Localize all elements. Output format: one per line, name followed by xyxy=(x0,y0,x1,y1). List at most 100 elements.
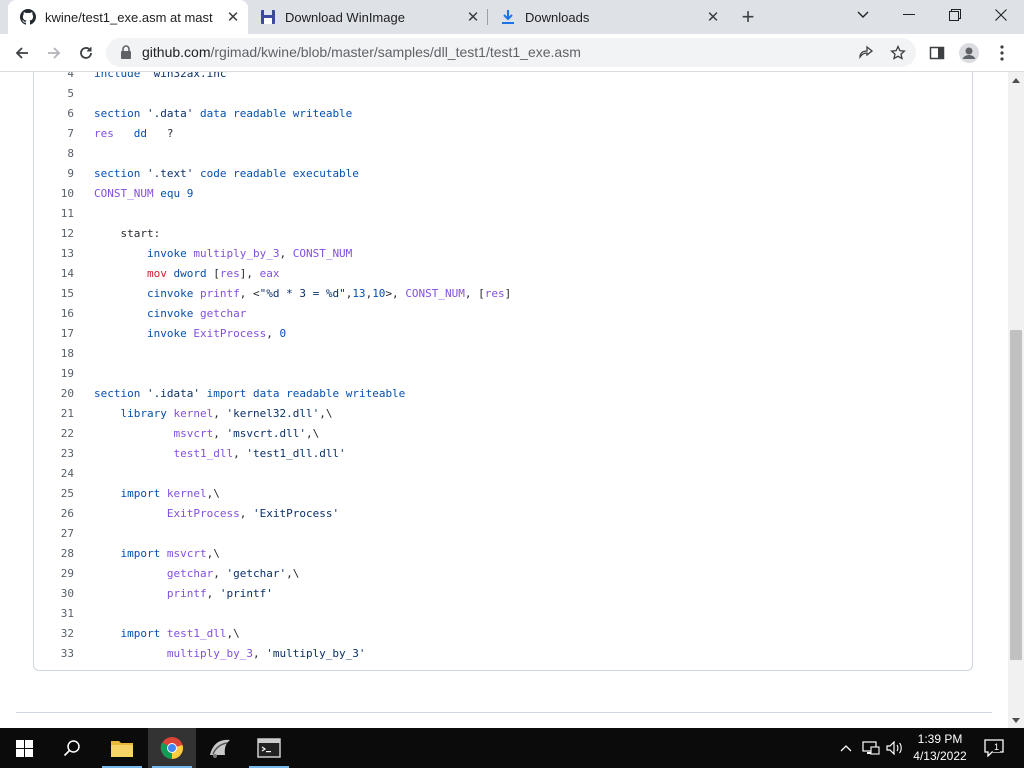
line-number[interactable]: 33 xyxy=(34,644,74,664)
tab-github[interactable]: kwine/test1_exe.asm at master · r ✕ xyxy=(8,0,248,34)
url-path: /rgimad/kwine/blob/master/samples/dll_te… xyxy=(210,44,581,60)
show-hidden-icons-chevron-icon[interactable] xyxy=(836,728,856,768)
line-number[interactable]: 12 xyxy=(34,224,74,244)
tab-search-chevron-icon[interactable] xyxy=(840,0,886,30)
code-text: CONST_NUM equ 9 xyxy=(94,187,194,200)
close-window-icon[interactable] xyxy=(978,0,1024,30)
code-line: 13 invoke multiply_by_3, CONST_NUM xyxy=(34,244,972,264)
code-line: 32 import test1_dll,\ xyxy=(34,624,972,644)
code-line: 7 res dd ? xyxy=(34,124,972,144)
notification-center-icon[interactable]: 1 xyxy=(982,728,1006,768)
line-number[interactable]: 9 xyxy=(34,164,74,184)
app-icon[interactable] xyxy=(196,728,244,768)
code-line: 24 xyxy=(34,464,972,484)
close-tab-icon[interactable]: ✕ xyxy=(704,8,722,26)
code-text: mov dword [res], eax xyxy=(146,267,280,280)
code-text: ExitProcess, 'ExitProcess' xyxy=(166,507,340,520)
address-bar[interactable]: github.com/rgimad/kwine/blob/master/samp… xyxy=(106,38,916,67)
network-icon[interactable] xyxy=(860,728,882,768)
start-windows-icon[interactable] xyxy=(0,728,48,768)
clock-time: 1:39 PM xyxy=(917,732,963,746)
side-panel-icon[interactable] xyxy=(924,40,950,66)
line-number[interactable]: 10 xyxy=(34,184,74,204)
forward-icon[interactable] xyxy=(41,40,67,66)
line-number[interactable]: 11 xyxy=(34,204,74,224)
clock-date: 4/13/2022 xyxy=(913,749,967,763)
restore-icon[interactable] xyxy=(932,0,978,30)
code-line: 33 multiply_by_3, 'multiply_by_3' xyxy=(34,644,972,664)
line-number[interactable]: 31 xyxy=(34,604,74,624)
reload-icon[interactable] xyxy=(73,40,99,66)
minimize-icon[interactable] xyxy=(886,0,932,30)
line-number[interactable]: 4 xyxy=(34,72,74,84)
chrome-icon[interactable] xyxy=(148,728,196,768)
line-number[interactable]: 15 xyxy=(34,284,74,304)
code-text: res dd ? xyxy=(94,127,174,140)
line-number[interactable]: 25 xyxy=(34,484,74,504)
floppy-disk-icon xyxy=(260,9,276,25)
line-number[interactable]: 27 xyxy=(34,524,74,544)
tab-strip: kwine/test1_exe.asm at master · r ✕ Down… xyxy=(0,0,1024,34)
line-number[interactable]: 14 xyxy=(34,264,74,284)
new-tab-icon[interactable]: + xyxy=(736,4,760,29)
code-line: 16 cinvoke getchar xyxy=(34,304,972,324)
line-number[interactable]: 16 xyxy=(34,304,74,324)
tab-download-winimage[interactable]: Download WinImage ✕ xyxy=(248,0,488,34)
code-line: 21 library kernel, 'kernel32.dll',\ xyxy=(34,404,972,424)
bookmark-star-icon[interactable] xyxy=(885,40,911,66)
menu-kebab-icon[interactable] xyxy=(989,40,1015,66)
line-number[interactable]: 24 xyxy=(34,464,74,484)
code-text: invoke ExitProcess, 0 xyxy=(146,327,287,340)
code-line: 26 ExitProcess, 'ExitProcess' xyxy=(34,504,972,524)
system-clock[interactable]: 1:39 PM 4/13/2022 xyxy=(905,731,975,765)
code-text: printf, 'printf' xyxy=(166,587,273,600)
code-line: 31 xyxy=(34,604,972,624)
url-text[interactable]: github.com/rgimad/kwine/blob/master/samp… xyxy=(142,44,581,60)
line-number[interactable]: 5 xyxy=(34,84,74,104)
line-number[interactable]: 32 xyxy=(34,624,74,644)
back-icon[interactable] xyxy=(9,40,35,66)
code-text: section '.idata' import data readable wr… xyxy=(94,387,406,400)
code-text: import test1_dll,\ xyxy=(120,627,240,640)
line-number[interactable]: 6 xyxy=(34,104,74,124)
browser-toolbar: github.com/rgimad/kwine/blob/master/samp… xyxy=(0,34,1024,72)
code-line: 23 test1_dll, 'test1_dll.dll' xyxy=(34,444,972,464)
close-tab-icon[interactable]: ✕ xyxy=(464,8,482,26)
code-line: 15 cinvoke printf, <"%d * 3 = %d",13,10>… xyxy=(34,284,972,304)
profile-avatar-icon[interactable] xyxy=(956,40,982,66)
code-line: 12 start: xyxy=(34,224,972,244)
vertical-scrollbar[interactable] xyxy=(1008,72,1024,728)
code-line: 27 xyxy=(34,524,972,544)
share-icon[interactable] xyxy=(853,40,879,66)
scrollbar-thumb[interactable] xyxy=(1010,330,1022,660)
volume-icon[interactable] xyxy=(884,728,906,768)
line-number[interactable]: 18 xyxy=(34,344,74,364)
url-host: github.com xyxy=(142,44,211,60)
line-number[interactable]: 30 xyxy=(34,584,74,604)
code-line: 17 invoke ExitProcess, 0 xyxy=(34,324,972,344)
line-number[interactable]: 17 xyxy=(34,324,74,344)
tab-downloads[interactable]: Downloads ✕ xyxy=(488,0,728,34)
line-number[interactable]: 23 xyxy=(34,444,74,464)
lock-icon[interactable] xyxy=(120,45,132,64)
file-explorer-icon[interactable] xyxy=(98,728,146,768)
line-number[interactable]: 20 xyxy=(34,384,74,404)
line-number[interactable]: 13 xyxy=(34,244,74,264)
terminal-icon[interactable] xyxy=(245,728,293,768)
code-text: import msvcrt,\ xyxy=(120,547,220,560)
tab-title: Downloads xyxy=(525,9,590,25)
close-tab-icon[interactable]: ✕ xyxy=(224,8,242,26)
line-number[interactable]: 29 xyxy=(34,564,74,584)
line-number[interactable]: 26 xyxy=(34,504,74,524)
line-number[interactable]: 21 xyxy=(34,404,74,424)
line-number[interactable]: 28 xyxy=(34,544,74,564)
code-viewer: 4 include 'win32ax.inc' 5 6 section '.data' … xyxy=(33,72,973,671)
scroll-down-icon[interactable] xyxy=(1011,715,1021,725)
line-number[interactable]: 7 xyxy=(34,124,74,144)
code-line: 22 msvcrt, 'msvcrt.dll',\ xyxy=(34,424,972,444)
search-icon[interactable] xyxy=(48,728,96,768)
line-number[interactable]: 19 xyxy=(34,364,74,384)
scroll-up-icon[interactable] xyxy=(1011,75,1021,85)
line-number[interactable]: 22 xyxy=(34,424,74,444)
line-number[interactable]: 8 xyxy=(34,144,74,164)
